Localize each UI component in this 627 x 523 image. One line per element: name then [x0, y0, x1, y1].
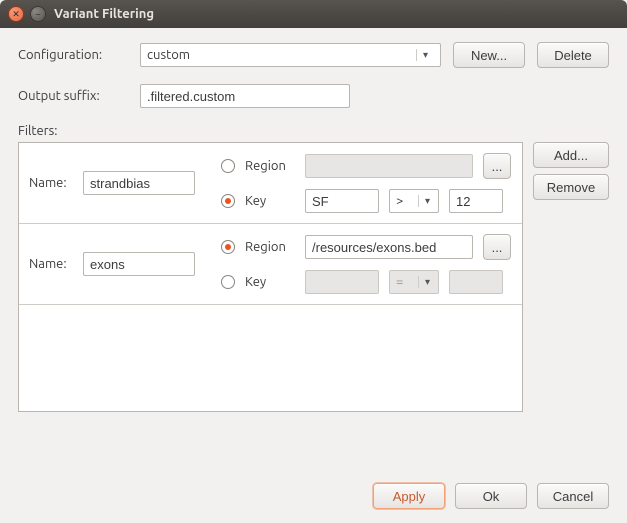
window-buttons: ✕ – [8, 6, 46, 22]
key-field-input [305, 270, 379, 294]
configuration-label: Configuration: [18, 48, 128, 62]
delete-button[interactable]: Delete [537, 42, 609, 68]
region-radio-label: Region [245, 159, 295, 173]
configuration-combo[interactable]: custom ▾ [140, 43, 441, 67]
filter-name-label: Name: [29, 176, 75, 190]
filter-row: Name: Region ... Key > [19, 143, 522, 224]
output-suffix-row: Output suffix: [18, 84, 609, 108]
key-choice-row: Key = ▾ [221, 270, 512, 294]
region-radio[interactable] [221, 159, 235, 173]
key-op-combo: = ▾ [389, 270, 439, 294]
key-op-value: = [396, 275, 403, 289]
filter-name-group: Name: [29, 153, 209, 213]
minimize-icon[interactable]: – [30, 6, 46, 22]
browse-button[interactable]: ... [483, 234, 511, 260]
output-suffix-label: Output suffix: [18, 89, 128, 103]
filter-body: Region ... Key = ▾ [221, 234, 512, 294]
ok-button[interactable]: Ok [455, 483, 527, 509]
filter-name-group: Name: [29, 234, 209, 294]
filter-row: Name: Region ... Key = [19, 224, 522, 305]
filter-body: Region ... Key > ▾ [221, 153, 512, 213]
apply-button[interactable]: Apply [373, 483, 445, 509]
dialog-footer: Apply Ok Cancel [373, 483, 609, 509]
filters-area: Name: Region ... Key > [18, 142, 609, 412]
add-button[interactable]: Add... [533, 142, 609, 168]
key-value-input [449, 270, 503, 294]
region-radio[interactable] [221, 240, 235, 254]
close-icon[interactable]: ✕ [8, 6, 24, 22]
configuration-row: Configuration: custom ▾ New... Delete [18, 42, 609, 68]
region-path-input[interactable] [305, 235, 473, 259]
region-path-input [305, 154, 473, 178]
key-choice-row: Key > ▾ [221, 189, 512, 213]
key-field-input[interactable] [305, 189, 379, 213]
remove-button[interactable]: Remove [533, 174, 609, 200]
key-radio[interactable] [221, 194, 235, 208]
output-suffix-input[interactable] [140, 84, 350, 108]
region-choice-row: Region ... [221, 234, 512, 260]
key-op-value: > [396, 194, 403, 208]
region-choice-row: Region ... [221, 153, 512, 179]
filters-side-buttons: Add... Remove [533, 142, 609, 412]
filters-list: Name: Region ... Key > [18, 142, 523, 412]
chevron-down-icon: ▾ [418, 195, 436, 207]
key-radio[interactable] [221, 275, 235, 289]
chevron-down-icon: ▾ [418, 276, 436, 288]
configuration-combo-value: custom [147, 48, 190, 62]
new-button[interactable]: New... [453, 42, 525, 68]
dialog-content: Configuration: custom ▾ New... Delete Ou… [0, 28, 627, 426]
key-radio-label: Key [245, 194, 295, 208]
filter-name-input[interactable] [83, 252, 195, 276]
filters-label: Filters: [18, 124, 609, 138]
filter-name-label: Name: [29, 257, 75, 271]
chevron-down-icon: ▾ [416, 49, 434, 61]
key-radio-label: Key [245, 275, 295, 289]
titlebar: ✕ – Variant Filtering [0, 0, 627, 28]
window-title: Variant Filtering [54, 7, 154, 21]
key-op-combo[interactable]: > ▾ [389, 189, 439, 213]
key-value-input[interactable] [449, 189, 503, 213]
region-radio-label: Region [245, 240, 295, 254]
filter-name-input[interactable] [83, 171, 195, 195]
cancel-button[interactable]: Cancel [537, 483, 609, 509]
browse-button: ... [483, 153, 511, 179]
